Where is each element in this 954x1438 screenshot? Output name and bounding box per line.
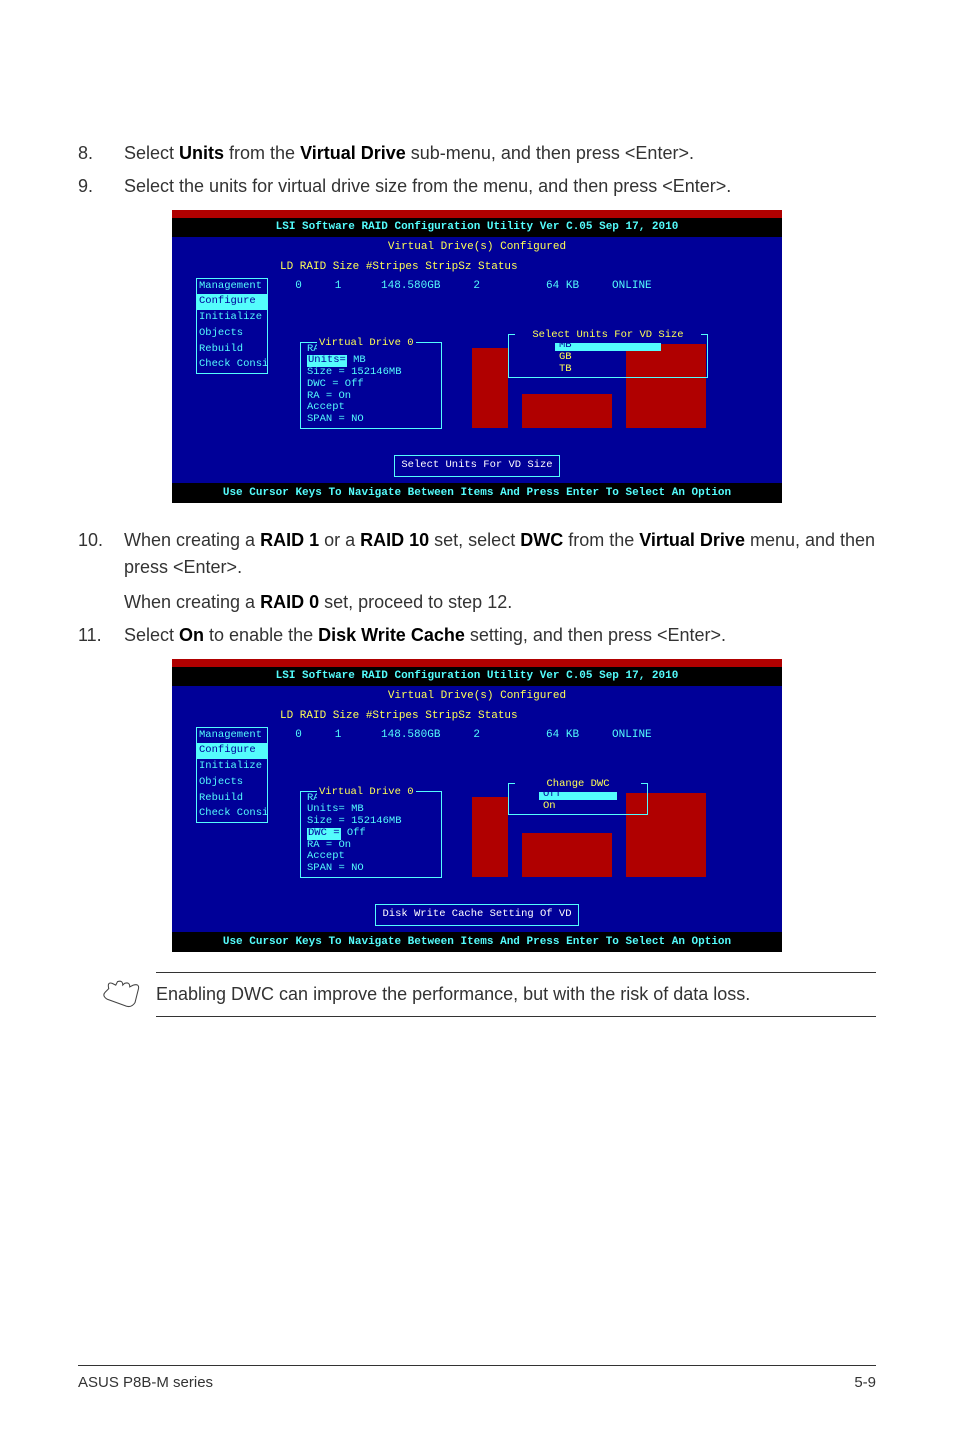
menu-item[interactable]: Check Consistency (197, 806, 267, 822)
page-footer: ASUS P8B-M series 5-9 (78, 1365, 876, 1395)
step-11: 11. Select On to enable the Disk Write C… (78, 622, 876, 649)
menu-item[interactable]: Management (197, 728, 267, 744)
footer-left: ASUS P8B-M series (78, 1372, 213, 1395)
column-headers: LD RAID Size #Stripes StripSz Status (172, 706, 782, 727)
menu-item[interactable]: Check Consistency (197, 357, 267, 373)
vd0-label: Virtual Drive 0 (317, 336, 416, 352)
vd0-dwc[interactable]: DWC = Off (307, 379, 435, 391)
bios-body: 0 1 148.580GB 2 64 KB ONLINE Management … (172, 727, 782, 932)
step-text: When creating a RAID 1 or a RAID 10 set,… (124, 527, 876, 616)
bios-body: 0 1 148.580GB 2 64 KB ONLINE Management … (172, 278, 782, 483)
menu-item-selected[interactable]: Configure (197, 294, 267, 310)
bios-footer: Use Cursor Keys To Navigate Between Item… (172, 483, 782, 504)
hint-box: Select Units For VD Size (394, 455, 559, 477)
step-8: 8. Select Units from the Virtual Drive s… (78, 140, 876, 167)
step-text: Select On to enable the Disk Write Cache… (124, 622, 876, 649)
red-block (522, 833, 612, 877)
hint-wrap: Disk Write Cache Setting Of VD (172, 900, 782, 932)
vd-configured-label: Virtual Drive(s) Configured (172, 686, 782, 707)
column-headers: LD RAID Size #Stripes StripSz Status (172, 257, 782, 278)
step-text: Select the units for virtual drive size … (124, 173, 876, 200)
vd0-label: Virtual Drive 0 (317, 785, 416, 801)
vd0-size[interactable]: Size = 152146MB (307, 816, 435, 828)
vd0-dwc[interactable]: DWC = Off (307, 828, 435, 840)
red-block (472, 797, 508, 877)
footer-right: 5-9 (854, 1372, 876, 1395)
menu-item-selected[interactable]: Configure (197, 743, 267, 759)
vd-configured-label: Virtual Drive(s) Configured (172, 237, 782, 258)
virtual-drive-0-box: Virtual Drive 0 RAID = 1 Units= MB Size … (300, 791, 442, 878)
note-hand-icon (100, 976, 142, 1010)
vd0-span[interactable]: SPAN = NO (307, 414, 435, 426)
data-row: 0 1 148.580GB 2 64 KB ONLINE (282, 727, 652, 744)
vd0-size[interactable]: Size = 152146MB (307, 367, 435, 379)
popup-label: Select Units For VD Size (515, 328, 701, 344)
step-number: 8. (78, 140, 124, 167)
popup-label: Change DWC (515, 777, 641, 793)
vd0-span[interactable]: SPAN = NO (307, 863, 435, 875)
red-bar (172, 210, 782, 218)
hint-wrap: Select Units For VD Size (172, 451, 782, 483)
side-menu: Management Configure Initialize Objects … (196, 727, 268, 824)
step-number: 10. (78, 527, 124, 616)
bios-title: LSI Software RAID Configuration Utility … (172, 218, 782, 237)
bios-title: LSI Software RAID Configuration Utility … (172, 667, 782, 686)
dwc-popup: Change DWC Off On (508, 783, 648, 815)
step-9: 9. Select the units for virtual drive si… (78, 173, 876, 200)
data-row: 0 1 148.580GB 2 64 KB ONLINE (282, 278, 652, 295)
popup-option[interactable]: TB (555, 363, 661, 375)
menu-item[interactable]: Rebuild (197, 342, 267, 358)
step-10: 10. When creating a RAID 1 or a RAID 10 … (78, 527, 876, 616)
popup-option[interactable]: On (539, 800, 617, 812)
side-menu: Management Configure Initialize Objects … (196, 278, 268, 375)
menu-item[interactable]: Objects (197, 326, 267, 342)
menu-item[interactable]: Initialize (197, 759, 267, 775)
step-number: 11. (78, 622, 124, 649)
units-popup: Select Units For VD Size MB GB TB (508, 334, 708, 378)
note-row: Enabling DWC can improve the performance… (100, 976, 876, 1017)
bios-screenshot-2: LSI Software RAID Configuration Utility … (172, 659, 782, 952)
note-text: Enabling DWC can improve the performance… (156, 972, 876, 1017)
red-block (472, 348, 508, 428)
menu-item[interactable]: Initialize (197, 310, 267, 326)
step-number: 9. (78, 173, 124, 200)
virtual-drive-0-box: Virtual Drive 0 RAID = 1 Units= MB Size … (300, 342, 442, 429)
red-block (522, 394, 612, 428)
bios-screenshot-1: LSI Software RAID Configuration Utility … (172, 210, 782, 503)
hint-box: Disk Write Cache Setting Of VD (375, 904, 578, 926)
step-text: Select Units from the Virtual Drive sub-… (124, 140, 876, 167)
red-bar (172, 659, 782, 667)
bios-footer: Use Cursor Keys To Navigate Between Item… (172, 932, 782, 953)
menu-item[interactable]: Objects (197, 775, 267, 791)
popup-option[interactable]: GB (555, 351, 661, 363)
menu-item[interactable]: Rebuild (197, 791, 267, 807)
menu-item[interactable]: Management (197, 279, 267, 295)
